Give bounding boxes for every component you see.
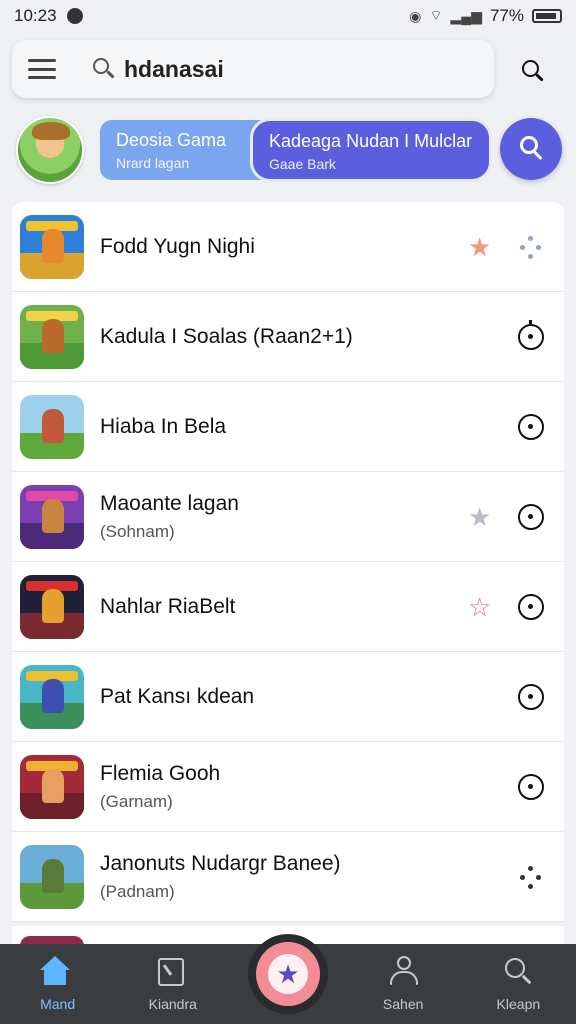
nav-search[interactable]: Kleapn (461, 944, 576, 1024)
game-title: Maoante lagan (100, 491, 239, 515)
search-icon (504, 958, 535, 988)
nav-label: Kiandra (148, 996, 197, 1012)
app-icon (20, 484, 84, 549)
eye-icon: ◉ (409, 7, 422, 24)
app-icon (20, 214, 84, 279)
battery-icon (532, 9, 562, 23)
game-title: Janonuts Nudargr Banee) (100, 851, 341, 875)
app-icon (20, 664, 84, 729)
app-icon (20, 394, 84, 459)
list-item[interactable]: Pat Kansı kdean (12, 652, 564, 742)
clock: 10:23 (14, 6, 57, 25)
signal-icon: ▂▄▆ (450, 7, 482, 24)
menu-icon[interactable] (28, 59, 56, 79)
avatar[interactable] (16, 116, 84, 184)
list-item[interactable]: Kadula I Soalas (Raan2+1) (12, 292, 564, 382)
app-icon (20, 844, 84, 909)
game-list: Fodd Yugn Nighi ★ Kadula I Soalas (Raan2… (12, 202, 564, 922)
game-title: Kadula I Soalas (Raan2+1) (100, 324, 353, 348)
search-button[interactable] (514, 52, 554, 88)
target-icon[interactable] (516, 412, 546, 442)
search-icon (92, 57, 116, 81)
game-title: Flemia Gooh (100, 761, 221, 785)
app-icon (20, 754, 84, 819)
nav-profile[interactable]: Sahen (346, 944, 461, 1024)
star-icon: ★ (268, 954, 308, 994)
list-item[interactable]: Flemia Gooh (Garnam) (12, 742, 564, 832)
favorite-star-icon[interactable]: ☆ (468, 594, 491, 620)
home-icon (39, 956, 71, 986)
game-title: Pat Kansı kdean (100, 684, 255, 708)
status-bar: 10:23 ◉ ⌔ ▂▄▆ 77% (0, 0, 576, 32)
wifi-icon: ⌔ (429, 7, 443, 23)
nav-label: Sahen (382, 996, 424, 1012)
favorite-star-icon[interactable]: ★ (468, 504, 491, 530)
favorite-star-icon[interactable]: ★ (468, 234, 491, 260)
app-icon (20, 574, 84, 639)
nav-label: Kleapn (496, 996, 541, 1012)
list-item[interactable]: Janonuts Nudargr Banee) (Padnam) (12, 832, 564, 922)
nav-calendar[interactable]: Kiandra (115, 944, 230, 1024)
list-item[interactable]: Maoante lagan (Sohnam) ★ (12, 472, 564, 562)
app-icon (20, 304, 84, 369)
game-title: Nahlar RiaBelt (100, 594, 236, 618)
game-subtitle: (Padnam) (100, 881, 175, 901)
game-subtitle: (Garnam) (100, 791, 173, 811)
favorites-button[interactable]: ★ (256, 942, 320, 1006)
card-title: Kadeaga Nudan I Mulclar (269, 131, 473, 151)
notification-icon (66, 8, 83, 24)
calendar-icon (158, 958, 185, 986)
target-icon[interactable] (516, 592, 546, 622)
list-item[interactable]: Fodd Yugn Nighi ★ (12, 202, 564, 292)
category-card-right[interactable]: Kadeaga Nudan I Mulclar Gaae Bark (250, 118, 492, 182)
game-title: Fodd Yugn Nighi (100, 234, 255, 258)
search-fab-button[interactable] (500, 118, 562, 180)
target-icon[interactable] (516, 502, 546, 532)
dots-icon[interactable] (516, 862, 546, 892)
nav-label: Mand (40, 996, 76, 1012)
target-icon[interactable] (516, 319, 546, 352)
search-input[interactable]: hdanasai (124, 56, 224, 83)
target-icon[interactable] (516, 682, 546, 712)
target-icon[interactable] (516, 772, 546, 802)
list-item[interactable]: Hiaba In Bela (12, 382, 564, 472)
game-subtitle: (Sohnam) (100, 521, 175, 541)
dots-icon[interactable] (516, 232, 546, 262)
battery-percent: 77% (489, 6, 524, 25)
user-icon (389, 956, 418, 986)
list-item[interactable]: Nahlar RiaBelt ☆ (12, 562, 564, 652)
card-subtitle: Gaae Bark (269, 156, 336, 172)
game-title: Hiaba In Bela (100, 414, 227, 438)
search-bar[interactable]: hdanasai (12, 40, 494, 98)
nav-home[interactable]: Mand (0, 944, 115, 1024)
